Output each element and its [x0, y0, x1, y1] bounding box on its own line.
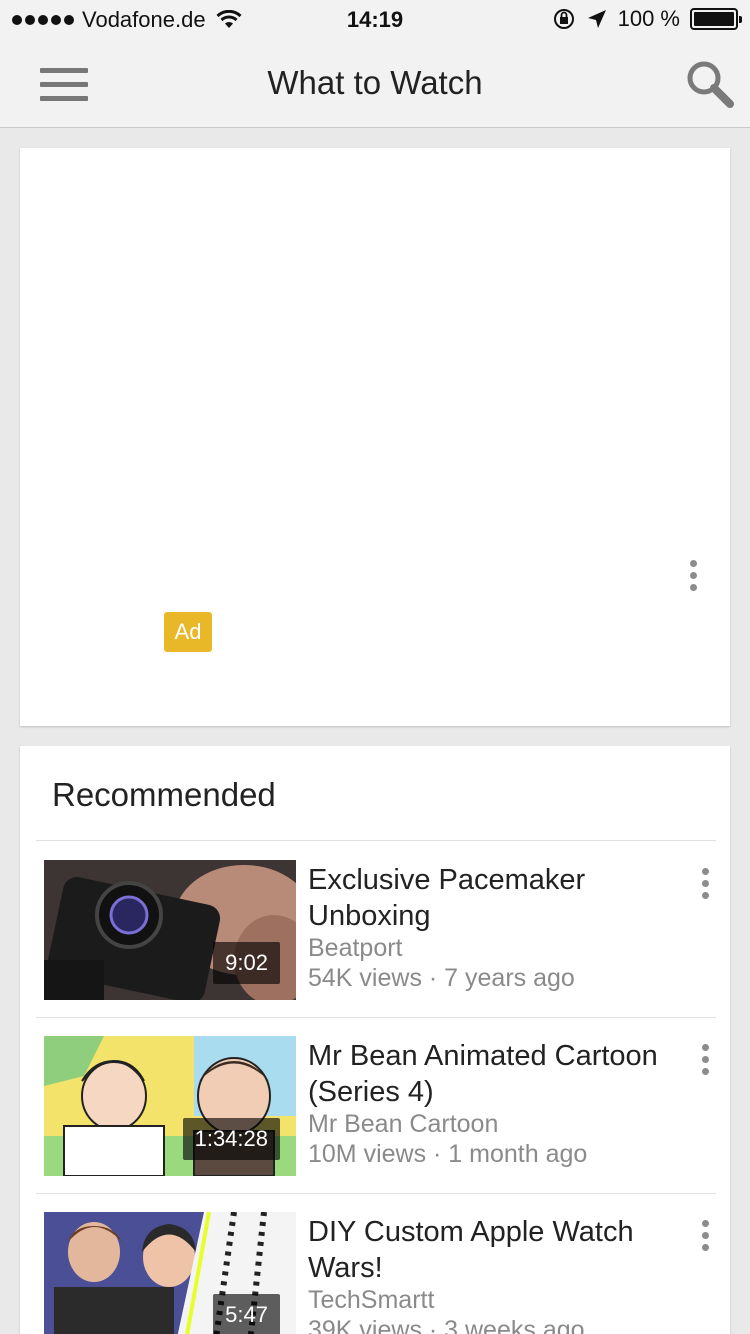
- video-item[interactable]: 9:02 Exclusive Pacemaker Unboxing Beatpo…: [44, 860, 716, 1036]
- video-meta: 10M views · 1 month ago: [308, 1140, 588, 1168]
- video-duration: 9:02: [213, 942, 280, 984]
- more-vert-icon: [701, 1044, 709, 1051]
- ad-badge: Ad: [164, 612, 212, 652]
- video-thumbnail[interactable]: 5:47: [44, 1212, 296, 1334]
- search-icon: [687, 61, 734, 108]
- video-thumbnail[interactable]: 9:02: [44, 860, 296, 1000]
- section-title: Recommended: [52, 776, 276, 813]
- video-title[interactable]: Exclusive Pacemaker Unboxing: [308, 862, 678, 934]
- ad-card[interactable]: Ad: [20, 148, 730, 726]
- video-channel[interactable]: TechSmartt: [308, 1286, 434, 1315]
- divider: [36, 1193, 716, 1194]
- recommended-section: Recommended 9:02 Exclusive Pacemaker Unb…: [20, 746, 730, 1334]
- video-title[interactable]: DIY Custom Apple Watch Wars!: [308, 1214, 678, 1286]
- battery-icon: [690, 8, 742, 30]
- divider: [36, 1017, 716, 1018]
- page-title: What to Watch: [267, 64, 483, 101]
- video-title[interactable]: Mr Bean Animated Cartoon (Series 4): [308, 1038, 678, 1110]
- rotation-lock-icon: [553, 9, 574, 29]
- more-vert-icon: [701, 1220, 709, 1227]
- menu-icon: [40, 68, 88, 73]
- ad-more-options-button[interactable]: [680, 560, 706, 600]
- location-arrow-icon: [587, 10, 606, 28]
- video-thumbnail[interactable]: 1:34:28: [44, 1036, 296, 1176]
- battery-percent: 100 %: [617, 6, 680, 31]
- video-channel[interactable]: Beatport: [308, 934, 403, 963]
- video-item[interactable]: 1:34:28 Mr Bean Animated Cartoon (Series…: [44, 1036, 716, 1212]
- divider: [36, 840, 716, 841]
- video-more-options-button[interactable]: [692, 1044, 718, 1084]
- more-vert-icon: [701, 868, 709, 875]
- menu-button[interactable]: [40, 68, 88, 102]
- status-bar: Vodafone.de 14:19 100 %: [0, 0, 750, 40]
- video-more-options-button[interactable]: [692, 868, 718, 908]
- video-duration: 5:47: [213, 1294, 280, 1334]
- search-button[interactable]: [684, 58, 736, 108]
- video-channel[interactable]: Mr Bean Cartoon: [308, 1110, 498, 1139]
- video-duration: 1:34:28: [182, 1118, 280, 1160]
- video-meta: 39K views · 3 weeks ago: [308, 1316, 585, 1334]
- more-vert-icon: [689, 560, 697, 567]
- app-bar: What to Watch: [0, 40, 750, 128]
- video-meta: 54K views · 7 years ago: [308, 964, 575, 992]
- video-more-options-button[interactable]: [692, 1220, 718, 1260]
- video-item[interactable]: 5:47 DIY Custom Apple Watch Wars! TechSm…: [44, 1212, 716, 1334]
- status-right: 100 %: [552, 6, 742, 32]
